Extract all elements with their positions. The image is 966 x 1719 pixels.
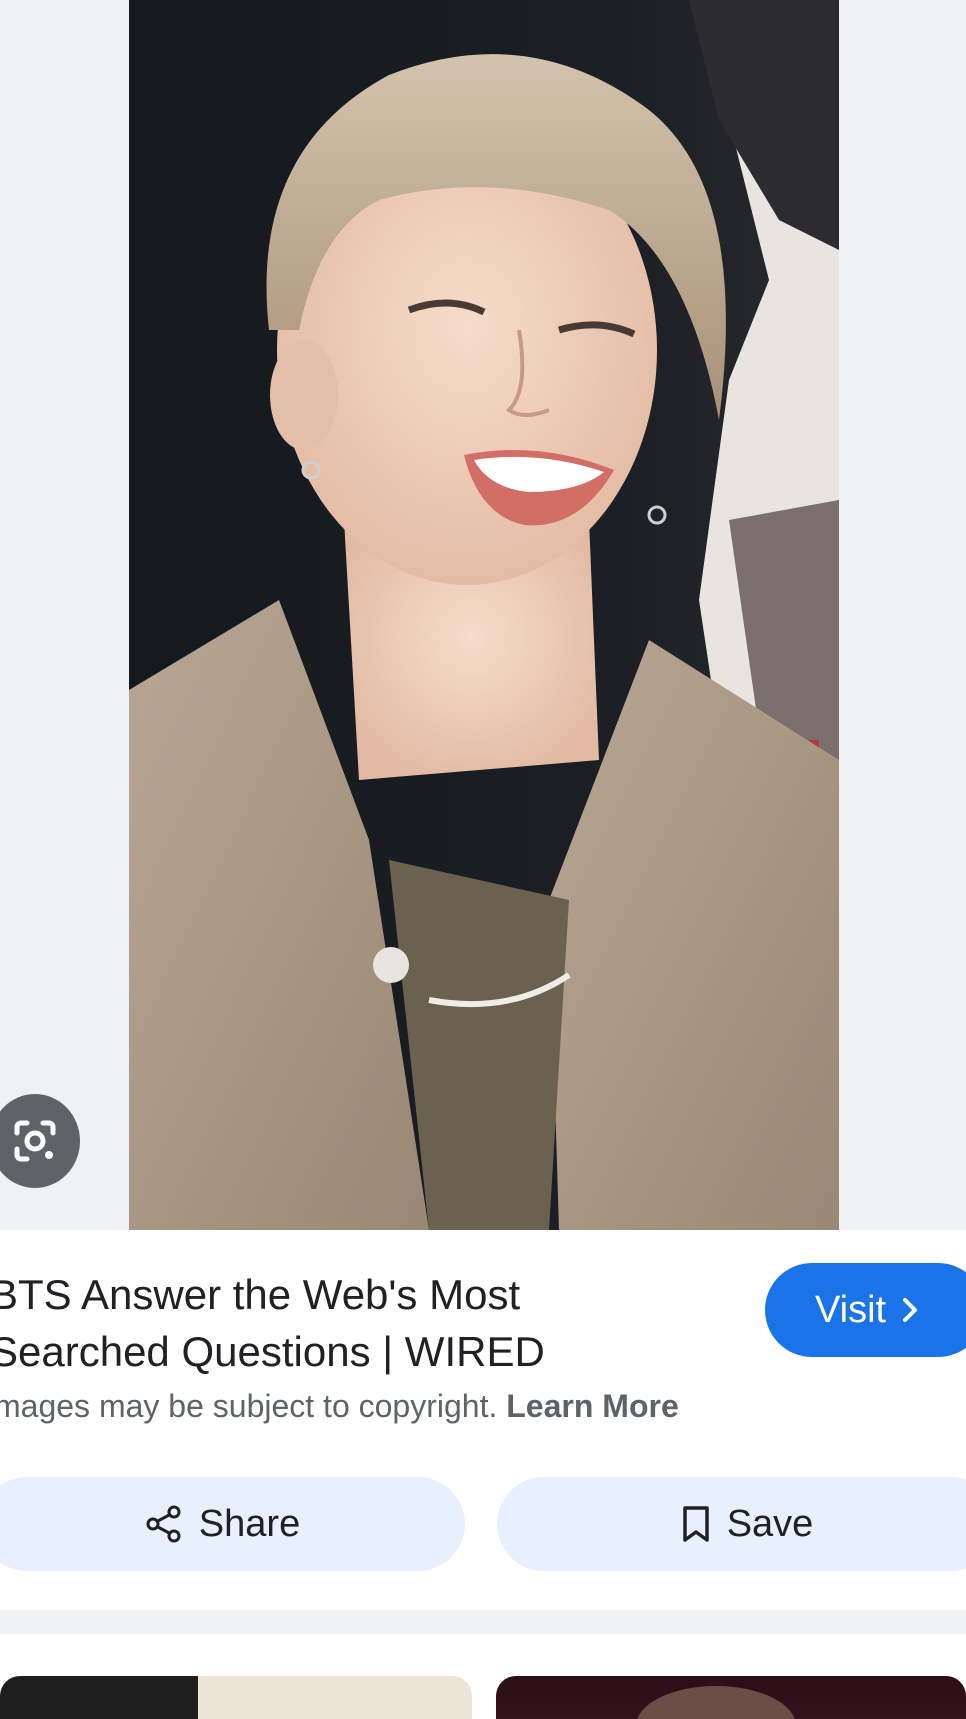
related-images [0,1634,966,1719]
chevron-right-icon [903,1298,918,1322]
result-image[interactable] [129,0,839,1230]
bookmark-icon [682,1506,709,1542]
share-icon [146,1505,181,1543]
related-image-thumbnail[interactable] [496,1676,966,1719]
save-button[interactable]: Save [497,1477,966,1571]
related-image-thumbnail[interactable] [0,1676,472,1719]
save-label: Save [726,1502,814,1545]
learn-more-link[interactable]: Learn More [506,1388,678,1424]
visit-label: Visit [815,1288,887,1331]
google-lens-icon [14,1120,56,1162]
share-label: Share [198,1502,301,1545]
copyright-notice: mages may be subject to copyright. Learn… [0,1388,679,1425]
share-button[interactable]: Share [0,1477,465,1571]
result-title[interactable]: BTS Answer the Web's Most Searched Quest… [0,1266,710,1380]
section-divider [0,1610,966,1634]
result-info-panel: BTS Answer the Web's Most Searched Quest… [0,1230,966,1610]
portrait-photo [129,0,839,1230]
copyright-text: mages may be subject to copyright. [0,1388,498,1424]
image-viewer [0,0,966,1230]
visit-button[interactable]: Visit [765,1263,966,1357]
lens-search-button[interactable] [0,1094,80,1188]
